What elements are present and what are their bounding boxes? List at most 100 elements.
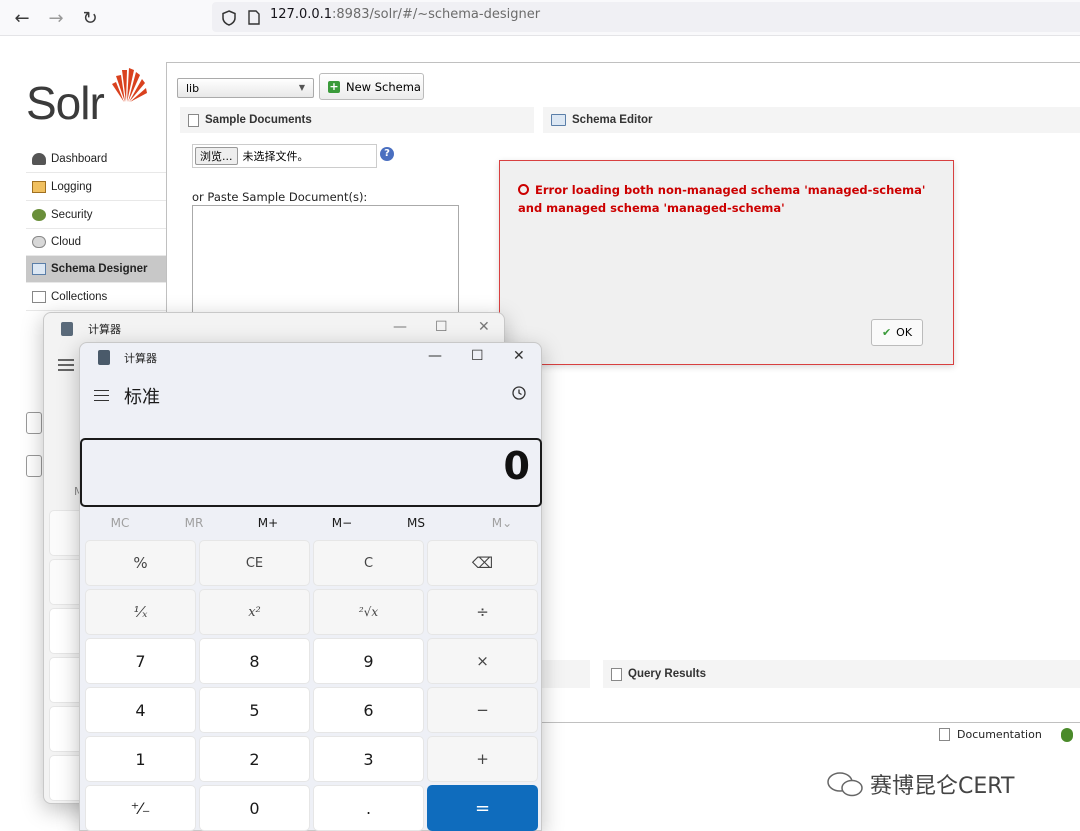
error-icon bbox=[518, 184, 529, 195]
subtract-key[interactable]: − bbox=[427, 687, 538, 733]
square-root-key[interactable]: ²√x bbox=[313, 589, 424, 635]
sidebar-select-stub[interactable] bbox=[26, 412, 42, 434]
memory-subtract-button[interactable]: M− bbox=[312, 516, 372, 530]
backspace-key[interactable]: ⌫ bbox=[427, 540, 538, 586]
sidebar-item-label: Dashboard bbox=[51, 153, 108, 165]
browser-toolbar: ← → ↻ 127.0.0.1:8983/solr/#/~schema-desi… bbox=[0, 0, 1080, 36]
sidebar-select-stub[interactable] bbox=[26, 455, 42, 477]
new-schema-label: New Schema bbox=[346, 79, 421, 94]
digit-1-key[interactable]: 1 bbox=[85, 736, 196, 782]
multiply-key[interactable]: × bbox=[427, 638, 538, 684]
memory-list-button[interactable]: M⌄ bbox=[472, 516, 532, 530]
calculator-mode-title: 标准 bbox=[124, 387, 160, 408]
add-key[interactable]: + bbox=[427, 736, 538, 782]
watermark: 赛博昆仑CERT bbox=[826, 768, 1014, 800]
browse-button[interactable]: 浏览... bbox=[195, 147, 238, 165]
checkmark-icon: ✔ bbox=[881, 326, 892, 339]
sidebar-item-label: Logging bbox=[51, 181, 92, 193]
sample-documents-header: Sample Documents bbox=[180, 107, 534, 133]
divide-key[interactable]: ÷ bbox=[427, 589, 538, 635]
sidebar-item-label: Cloud bbox=[51, 236, 82, 248]
digit-8-key[interactable]: 8 bbox=[199, 638, 310, 684]
watermark-text: 赛博昆仑CERT bbox=[870, 774, 1015, 799]
ok-label: OK bbox=[896, 326, 913, 339]
sidebar-item-dashboard[interactable]: Dashboard bbox=[26, 146, 166, 173]
digit-5-key[interactable]: 5 bbox=[199, 687, 310, 733]
no-file-text: 未选择文件。 bbox=[242, 150, 309, 163]
history-icon[interactable] bbox=[511, 385, 527, 401]
schema-editor-title: Schema Editor bbox=[572, 114, 653, 126]
back-arrow-icon[interactable]: ← bbox=[8, 4, 36, 32]
sample-documents-title: Sample Documents bbox=[205, 114, 312, 126]
solr-logo-text: Solr bbox=[26, 77, 105, 129]
clear-entry-key[interactable]: CE bbox=[199, 540, 310, 586]
chevron-down-icon: ▼ bbox=[298, 83, 305, 92]
maximize-icon[interactable]: ☐ bbox=[435, 319, 448, 335]
logging-icon bbox=[32, 181, 46, 193]
square-key[interactable]: x² bbox=[199, 589, 310, 635]
sidebar-item-label: Security bbox=[51, 209, 93, 221]
dashboard-icon bbox=[32, 153, 46, 165]
digit-6-key[interactable]: 6 bbox=[313, 687, 424, 733]
memory-clear-button[interactable]: MC bbox=[90, 516, 150, 530]
schema-select[interactable]: lib ▼ bbox=[177, 78, 314, 98]
panel-fragment bbox=[540, 660, 590, 688]
reload-icon[interactable]: ↻ bbox=[76, 4, 104, 32]
calculator-display: 0 bbox=[80, 438, 542, 507]
digit-7-key[interactable]: 7 bbox=[85, 638, 196, 684]
schema-select-value: lib bbox=[186, 82, 200, 95]
decimal-key[interactable]: . bbox=[313, 785, 424, 831]
help-icon[interactable]: ? bbox=[380, 147, 394, 161]
menu-icon[interactable] bbox=[94, 390, 109, 401]
url-path: :8983/solr/#/~schema-designer bbox=[332, 7, 541, 22]
calculator-window[interactable]: 计算器 — ☐ ✕ 标准 0 MC MR M+ M− MS M⌄ % CE C … bbox=[79, 342, 542, 831]
minimize-icon[interactable]: — bbox=[393, 319, 407, 335]
memory-store-button[interactable]: MS bbox=[386, 516, 446, 530]
query-results-header: Query Results bbox=[603, 660, 1080, 688]
page-icon[interactable] bbox=[248, 10, 260, 25]
digit-0-key[interactable]: 0 bbox=[199, 785, 310, 831]
bug-icon[interactable] bbox=[1061, 728, 1073, 742]
book-icon bbox=[551, 114, 566, 126]
document-icon bbox=[939, 728, 950, 741]
minimize-icon[interactable]: — bbox=[428, 348, 442, 364]
url-text[interactable]: 127.0.0.1:8983/solr/#/~schema-designer bbox=[270, 7, 540, 22]
header-divider bbox=[166, 62, 1080, 63]
sidebar-item-label: Schema Designer bbox=[51, 263, 148, 275]
memory-recall-button[interactable]: MR bbox=[164, 516, 224, 530]
digit-3-key[interactable]: 3 bbox=[313, 736, 424, 782]
digit-2-key[interactable]: 2 bbox=[199, 736, 310, 782]
sidebar-item-cloud[interactable]: Cloud bbox=[26, 229, 166, 256]
file-input[interactable]: 浏览... 未选择文件。 bbox=[192, 144, 377, 168]
memory-add-button[interactable]: M+ bbox=[238, 516, 298, 530]
clear-key[interactable]: C bbox=[313, 540, 424, 586]
url-host: 127.0.0.1 bbox=[270, 7, 333, 22]
maximize-icon[interactable]: ☐ bbox=[471, 348, 484, 364]
negate-key[interactable]: ⁺⁄₋ bbox=[85, 785, 196, 831]
document-icon bbox=[611, 667, 622, 681]
error-message: Error loading both non-managed schema 'm… bbox=[518, 181, 938, 217]
digit-9-key[interactable]: 9 bbox=[313, 638, 424, 684]
equals-key[interactable]: = bbox=[427, 785, 538, 831]
close-icon[interactable]: ✕ bbox=[513, 348, 525, 364]
security-icon bbox=[32, 209, 46, 221]
query-results-title: Query Results bbox=[628, 668, 706, 680]
document-icon bbox=[188, 113, 199, 127]
close-icon[interactable]: ✕ bbox=[478, 319, 490, 335]
menu-icon[interactable] bbox=[58, 359, 74, 371]
ok-button[interactable]: ✔ OK bbox=[871, 319, 923, 346]
digit-4-key[interactable]: 4 bbox=[85, 687, 196, 733]
sidebar-item-logging[interactable]: Logging bbox=[26, 174, 166, 201]
forward-arrow-icon[interactable]: → bbox=[42, 4, 70, 32]
percent-key[interactable]: % bbox=[85, 540, 196, 586]
sidebar-item-collections[interactable]: Collections bbox=[26, 284, 166, 311]
new-schema-button[interactable]: + New Schema bbox=[319, 73, 424, 100]
schema-editor-header: Schema Editor bbox=[543, 107, 1080, 133]
sidebar-item-security[interactable]: Security bbox=[26, 202, 166, 229]
reciprocal-key[interactable]: ¹⁄ₓ bbox=[85, 589, 196, 635]
memory-row: MC MR M+ M− MS M⌄ bbox=[80, 516, 542, 532]
shield-icon[interactable] bbox=[222, 10, 236, 26]
sidebar-item-schema-designer[interactable]: Schema Designer bbox=[26, 256, 166, 283]
documentation-link[interactable]: Documentation bbox=[939, 728, 1042, 741]
collections-icon bbox=[32, 291, 46, 303]
